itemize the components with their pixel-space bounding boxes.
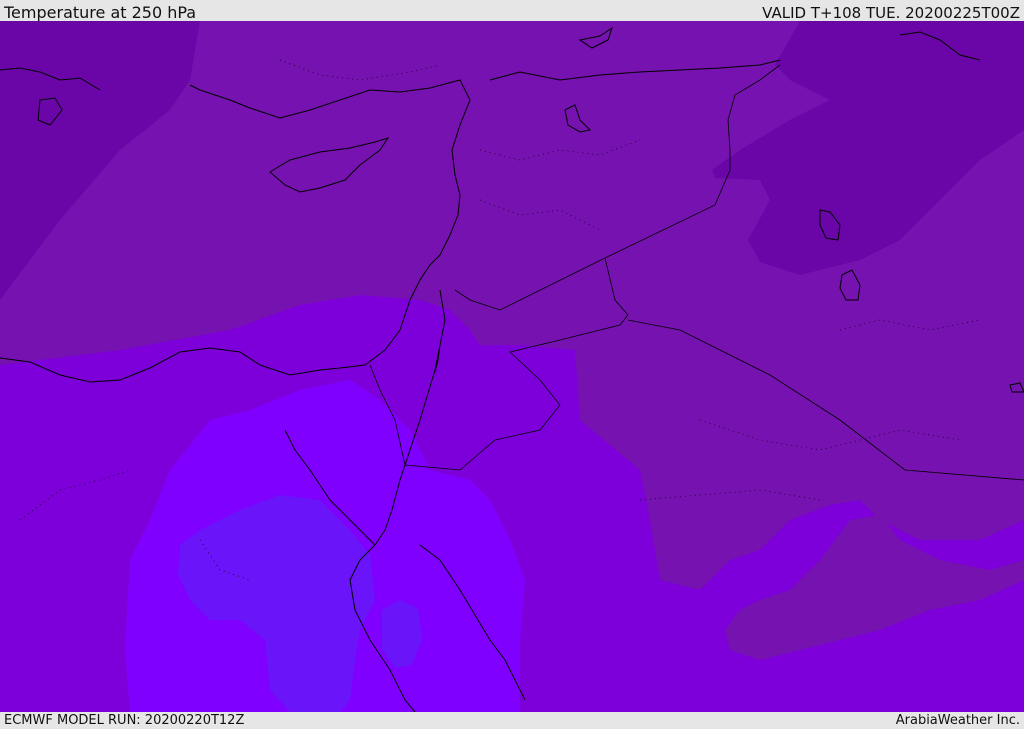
map-canvas (0, 21, 1024, 712)
footer-bar: ECMWF MODEL RUN: 20200220T12Z ArabiaWeat… (0, 712, 1024, 729)
map-title: Temperature at 250 hPa (4, 3, 197, 22)
header-bar: Temperature at 250 hPa VALID T+108 TUE. … (0, 0, 1024, 22)
brand-label: ArabiaWeather Inc. (895, 713, 1020, 728)
model-run-label: ECMWF MODEL RUN: 20200220T12Z (4, 713, 245, 728)
temperature-map (0, 21, 1024, 712)
valid-time: VALID T+108 TUE. 20200225T00Z (762, 4, 1020, 22)
